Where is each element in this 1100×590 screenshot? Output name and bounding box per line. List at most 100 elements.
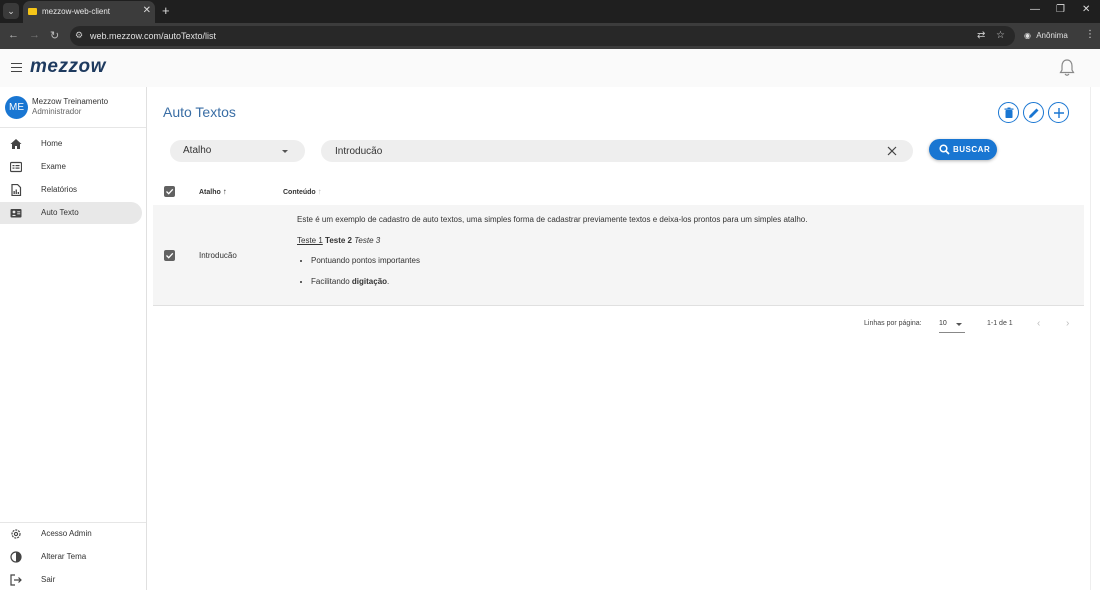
scrollbar[interactable] <box>1090 87 1100 590</box>
underline-text: Teste 1 <box>297 235 323 245</box>
reload-icon[interactable]: ↻ <box>50 29 59 42</box>
delete-button[interactable] <box>998 102 1019 123</box>
incognito-label: Anônima <box>1036 31 1068 40</box>
page-title: Auto Textos <box>163 104 236 120</box>
translate-icon[interactable]: ⇄ <box>977 30 985 41</box>
sort-arrow-up-icon: ↑ <box>222 187 227 196</box>
forward-icon[interactable]: → <box>29 29 40 41</box>
select-all-checkbox[interactable] <box>164 186 175 197</box>
site-info-icon[interactable]: ⚙ <box>75 30 83 41</box>
plus-icon <box>1054 108 1064 118</box>
list-item: Facilitando digitação. <box>311 277 807 287</box>
sidebar-item-alterar-tema[interactable]: Alterar Tema <box>0 546 142 568</box>
content-formatting-line: Teste 1 Teste 2 Teste 3 <box>297 236 807 246</box>
sidebar-item-auto-texto[interactable]: Auto Texto <box>0 202 142 224</box>
tab-close-icon[interactable]: ✕ <box>143 5 151 16</box>
rows-per-page-label: Linhas por página: <box>864 320 922 327</box>
search-input[interactable] <box>335 144 875 158</box>
search-icon <box>939 144 950 155</box>
bookmark-star-icon[interactable]: ☆ <box>996 30 1005 41</box>
clear-icon[interactable] <box>887 146 897 156</box>
browser-tab-bar: ⌄ mezzow-web-client ✕ + — ❐ ✕ <box>0 0 1100 23</box>
column-header-atalho[interactable]: Atalho ↑ <box>199 187 227 196</box>
url-text: web.mezzow.com/autoTexto/list <box>90 31 217 41</box>
rows-per-page-value: 10 <box>939 320 947 327</box>
sidebar-item-sair[interactable]: Sair <box>0 569 142 590</box>
user-profile: ME Mezzow Treinamento Administrador <box>0 87 146 128</box>
content-bullet-list: Pontuando pontos importantes Facilitando… <box>311 256 807 286</box>
app-header: mezzow <box>0 49 1100 87</box>
contact-card-icon <box>10 209 22 218</box>
italic-text: Teste 3 <box>354 235 381 245</box>
edit-button[interactable] <box>1023 102 1044 123</box>
cell-content: Este é um exemplo de cadastro de auto te… <box>297 215 807 297</box>
column-header-label: Atalho <box>199 189 221 196</box>
cell-shortcut: Introducão <box>199 251 237 260</box>
contrast-icon <box>10 551 22 563</box>
trash-icon <box>1004 107 1014 118</box>
list-card-icon <box>10 161 22 173</box>
home-icon <box>10 139 22 149</box>
browser-tab[interactable]: mezzow-web-client ✕ <box>23 1 155 23</box>
user-role: Administrador <box>32 107 82 116</box>
field-select-value: Atalho <box>183 145 212 156</box>
close-window-icon[interactable]: ✕ <box>1082 4 1090 15</box>
list-item-text: Facilitando <box>311 276 352 286</box>
avatar: ME <box>5 96 28 119</box>
gear-icon <box>11 529 21 539</box>
next-page-icon[interactable]: › <box>1066 318 1069 329</box>
column-header-label: Conteúdo <box>283 189 316 196</box>
pencil-icon <box>1029 108 1039 118</box>
app-logo: mezzow <box>30 56 106 77</box>
field-select[interactable]: Atalho <box>170 140 305 162</box>
sidebar-item-relatorios[interactable]: Relatórios <box>0 179 142 201</box>
back-icon[interactable]: ← <box>8 29 19 41</box>
rows-per-page-select[interactable]: 10 <box>939 316 965 333</box>
sidebar: ME Mezzow Treinamento Administrador Home… <box>0 87 147 590</box>
check-icon <box>166 188 174 195</box>
logout-icon <box>10 574 22 586</box>
add-button[interactable] <box>1048 102 1069 123</box>
sidebar-item-label: Exame <box>41 162 66 171</box>
browser-menu-icon[interactable]: ⋮ <box>1085 29 1095 40</box>
sidebar-item-label: Alterar Tema <box>41 552 87 561</box>
search-button-label: BUSCAR <box>953 145 991 154</box>
list-item: Pontuando pontos importantes <box>311 256 807 266</box>
sidebar-item-label: Sair <box>41 575 56 584</box>
bold-text: digitação <box>351 276 388 286</box>
caret-down-icon <box>282 150 288 153</box>
url-field[interactable]: ⚙ web.mezzow.com/autoTexto/list ⇄ ☆ <box>70 26 1015 46</box>
check-icon <box>166 252 174 259</box>
user-name: Mezzow Treinamento <box>32 97 109 106</box>
sidebar-item-label: Auto Texto <box>41 208 79 217</box>
sidebar-item-acesso-admin[interactable]: Acesso Admin <box>0 523 142 545</box>
table-row[interactable]: Introducão Este é um exemplo de cadastro… <box>153 205 1084 306</box>
list-item-text: . <box>387 276 390 286</box>
pagination-range: 1-1 de 1 <box>987 320 1013 327</box>
tab-search-chevron-icon[interactable]: ⌄ <box>3 3 19 19</box>
column-header-conteudo[interactable]: Conteúdo ↑ <box>283 187 322 196</box>
minimize-icon[interactable]: — <box>1030 4 1040 15</box>
content-paragraph: Este é um exemplo de cadastro de auto te… <box>297 215 808 224</box>
sidebar-item-exame[interactable]: Exame <box>0 156 142 178</box>
restore-icon[interactable]: ❐ <box>1056 4 1065 15</box>
search-button[interactable]: BUSCAR <box>929 139 997 160</box>
report-document-icon <box>11 184 22 196</box>
hamburger-menu-icon[interactable] <box>11 63 22 72</box>
folder-favicon-icon <box>28 8 37 15</box>
bell-icon[interactable] <box>1059 59 1075 77</box>
new-tab-button[interactable]: + <box>162 3 170 18</box>
sidebar-bottom-menu: Acesso Admin Alterar Tema Sair <box>0 522 146 586</box>
row-checkbox[interactable] <box>164 250 175 261</box>
sort-arrow-up-icon: ↑ <box>317 187 322 196</box>
incognito-icon: ◉ <box>1024 31 1031 40</box>
tab-title: mezzow-web-client <box>42 7 111 16</box>
previous-page-icon[interactable]: ‹ <box>1037 318 1040 329</box>
sidebar-item-label: Acesso Admin <box>41 529 92 538</box>
browser-address-bar: ← → ↻ ⚙ web.mezzow.com/autoTexto/list ⇄ … <box>0 23 1100 49</box>
search-field[interactable] <box>321 140 913 162</box>
sidebar-item-label: Home <box>41 139 63 148</box>
incognito-indicator[interactable]: ◉ Anônima <box>1024 29 1068 43</box>
sidebar-item-label: Relatórios <box>41 185 78 194</box>
sidebar-item-home[interactable]: Home <box>0 133 142 155</box>
